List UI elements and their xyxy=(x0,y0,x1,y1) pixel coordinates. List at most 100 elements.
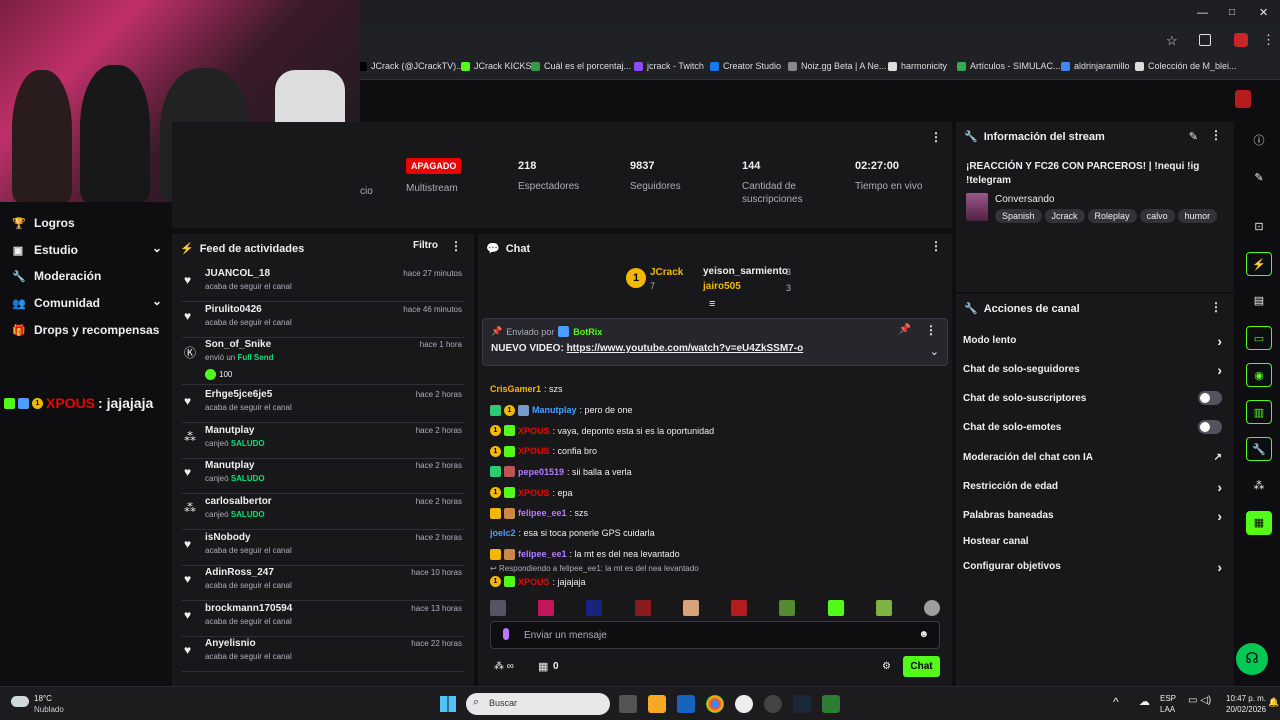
taskbar-search[interactable]: ⌕ Buscar xyxy=(466,693,610,715)
channel-action-item[interactable]: Moderación del chat con IA ↗ xyxy=(963,452,1228,463)
clipboard-icon[interactable]: ▤ xyxy=(1246,289,1272,313)
stream-tag[interactable]: Roleplay xyxy=(1087,209,1137,223)
feed-item[interactable]: ♥ brockmann170594 acaba de seguir el canal… xyxy=(172,601,474,637)
bookmark-item[interactable]: aldrinjaramillo xyxy=(1061,61,1130,71)
pinned-user[interactable]: BotRix xyxy=(573,327,602,337)
bolt-icon[interactable]: ⚡ xyxy=(1246,252,1272,276)
onedrive-icon[interactable]: ☁ xyxy=(1139,695,1150,708)
emote-icon[interactable] xyxy=(682,600,699,616)
file-explorer-icon[interactable] xyxy=(648,695,666,713)
nav-estudio[interactable]: ▣ Estudio ⌄ xyxy=(12,241,162,257)
community-icon[interactable]: ⁂ xyxy=(1246,474,1272,498)
chat-username[interactable]: XPOUS xyxy=(518,446,550,456)
profile-extension-icon[interactable] xyxy=(1234,33,1248,47)
feed-item-user[interactable]: Pirulito0426 xyxy=(205,304,262,315)
mic-icon[interactable] xyxy=(503,628,509,640)
nav-comunidad[interactable]: 👥 Comunidad ⌄ xyxy=(12,294,162,310)
channel-action-item[interactable]: Palabras baneadas › xyxy=(963,508,1228,524)
star-bookmark-icon[interactable]: ☆ xyxy=(1166,33,1178,49)
edit-icon[interactable]: ✎ xyxy=(1246,166,1272,190)
emote-icon[interactable] xyxy=(875,600,892,616)
screenshot-icon[interactable]: ⊡ xyxy=(1246,215,1272,239)
feed-item[interactable]: Ⓚ Son_of_Snike envió un Full Send hace 1 ho… xyxy=(172,337,474,386)
feed-item-user[interactable]: isNobody xyxy=(205,532,251,543)
user-avatar[interactable] xyxy=(1235,90,1251,108)
chat-username[interactable]: felipee_ee1 xyxy=(518,549,567,559)
pinned-menu-icon[interactable]: ⋮ xyxy=(925,323,937,337)
task-view-icon[interactable] xyxy=(619,695,637,713)
channel-action-item[interactable]: Configurar objetivos › xyxy=(963,559,1228,575)
layout-icon[interactable]: ▥ xyxy=(1246,400,1272,424)
stream-category[interactable]: Conversando xyxy=(995,194,1054,205)
feed-menu-icon[interactable]: ⋮ xyxy=(450,239,462,253)
broadcast-icon[interactable]: ◉ xyxy=(1246,363,1272,387)
channel-action-item[interactable]: Chat de solo-seguidores › xyxy=(963,362,1228,378)
feed-item[interactable]: ♥ Anyelisnio acaba de seguir el canal hace … xyxy=(172,636,474,673)
feed-item[interactable]: ⁂ carlosalbertor canjeó SALUDO hace 2 horas xyxy=(172,494,474,530)
chat-input[interactable]: Enviar un mensaje ☻ xyxy=(490,621,940,649)
feed-item-user[interactable]: JUANCOL_18 xyxy=(205,268,270,279)
emote-icon[interactable] xyxy=(538,600,555,616)
steam-icon[interactable] xyxy=(793,695,811,713)
chat-menu-icon[interactable]: ⋮ xyxy=(930,239,942,253)
emote-icon[interactable] xyxy=(779,600,796,616)
emote-icon[interactable] xyxy=(586,600,603,616)
actions-menu-icon[interactable]: ⋮ xyxy=(1210,300,1222,314)
chat-username[interactable]: joelc2 xyxy=(490,528,516,538)
channel-action-item[interactable]: Hostear canal xyxy=(963,536,1228,547)
nav-moderacion[interactable]: 🔧 Moderación xyxy=(12,269,101,283)
collapse-icon[interactable]: ≡ xyxy=(709,298,715,310)
lang-secondary[interactable]: LAA xyxy=(1160,705,1175,714)
bookmark-item[interactable]: Cuál es el porcentaj... xyxy=(531,61,631,71)
minimize-button[interactable]: — xyxy=(1197,7,1208,19)
channel-action-item[interactable]: Chat de solo-suscriptores xyxy=(963,391,1228,405)
chevron-up-icon[interactable]: ^ xyxy=(1113,695,1119,709)
bookmark-item[interactable]: Creator Studio xyxy=(710,61,781,71)
info-icon[interactable]: ⓘ xyxy=(1246,129,1272,153)
clock-date[interactable]: 20/02/2026 xyxy=(1226,705,1266,714)
gifter-name[interactable]: jairo505 xyxy=(703,281,741,292)
gifter-name[interactable]: yeison_sarmiento xyxy=(703,266,788,277)
emote-icon[interactable] xyxy=(490,600,506,616)
app-icon[interactable]: ▦ xyxy=(1246,511,1272,535)
chat-username[interactable]: XPOUS xyxy=(518,426,550,436)
app-icon[interactable] xyxy=(735,695,753,713)
toggle-switch[interactable] xyxy=(1198,420,1222,434)
chat-username[interactable]: pepe01519 xyxy=(518,467,564,477)
chat-username[interactable]: XPOUS xyxy=(518,577,550,587)
nav-drops[interactable]: 🎁 Drops y recompensas xyxy=(12,323,159,337)
send-chat-button[interactable]: Chat xyxy=(903,656,940,677)
feed-item[interactable]: ♥ JUANCOL_18 acaba de seguir el canal hace … xyxy=(172,266,474,302)
stats-menu-icon[interactable]: ⋮ xyxy=(930,130,942,144)
feed-item[interactable]: ⁂ Manutplay canjeó SALUDO hace 2 horas xyxy=(172,423,474,459)
chat-username[interactable]: XPOUS xyxy=(518,488,550,498)
store-icon[interactable]: ▦ xyxy=(538,660,548,673)
feed-item-user[interactable]: Anyelisnio xyxy=(205,638,256,649)
stream-tag[interactable]: humor xyxy=(1177,209,1218,223)
feed-item-user[interactable]: brockmann170594 xyxy=(205,603,292,614)
bookmark-item[interactable]: JCrack KICKS xyxy=(461,61,532,71)
chrome-icon[interactable] xyxy=(706,695,724,713)
channel-action-item[interactable]: Restricción de edad › xyxy=(963,479,1228,495)
emote-icon[interactable] xyxy=(634,600,651,616)
bookmark-item[interactable]: jcrack - Twitch xyxy=(634,61,704,71)
emoji-icon[interactable]: ☻ xyxy=(918,629,929,640)
clock-time[interactable]: 10:47 p. m. xyxy=(1226,694,1266,703)
stream-tag[interactable]: Spanish xyxy=(995,209,1042,223)
gifter-name[interactable]: JCrack xyxy=(650,267,683,278)
network-icon[interactable]: ▭ ◁) xyxy=(1188,695,1211,706)
chevron-down-icon[interactable]: ⌄ xyxy=(930,345,939,358)
pin-icon[interactable]: 📌 xyxy=(899,324,911,335)
bookmark-item[interactable]: Noiz.gg Beta | A Ne... xyxy=(788,61,886,71)
extensions-icon[interactable] xyxy=(1199,34,1211,46)
feed-item-user[interactable]: Son_of_Snike xyxy=(205,339,271,350)
weather-temp[interactable]: 18°C xyxy=(34,694,52,703)
lang-primary[interactable]: ESP xyxy=(1160,694,1176,703)
maximize-button[interactable]: □ xyxy=(1229,7,1235,18)
nav-logros[interactable]: 🏆 Logros xyxy=(12,216,75,230)
browser-menu-icon[interactable]: ⋮ xyxy=(1262,32,1275,48)
feed-filter-button[interactable]: Filtro xyxy=(413,240,438,251)
weather-desc[interactable]: Nublado xyxy=(34,705,64,714)
feed-item[interactable]: ♥ AdinRoss_247 acaba de seguir el canal hac… xyxy=(172,565,474,602)
bookmark-item[interactable]: Colección de M_blei... xyxy=(1135,61,1237,71)
